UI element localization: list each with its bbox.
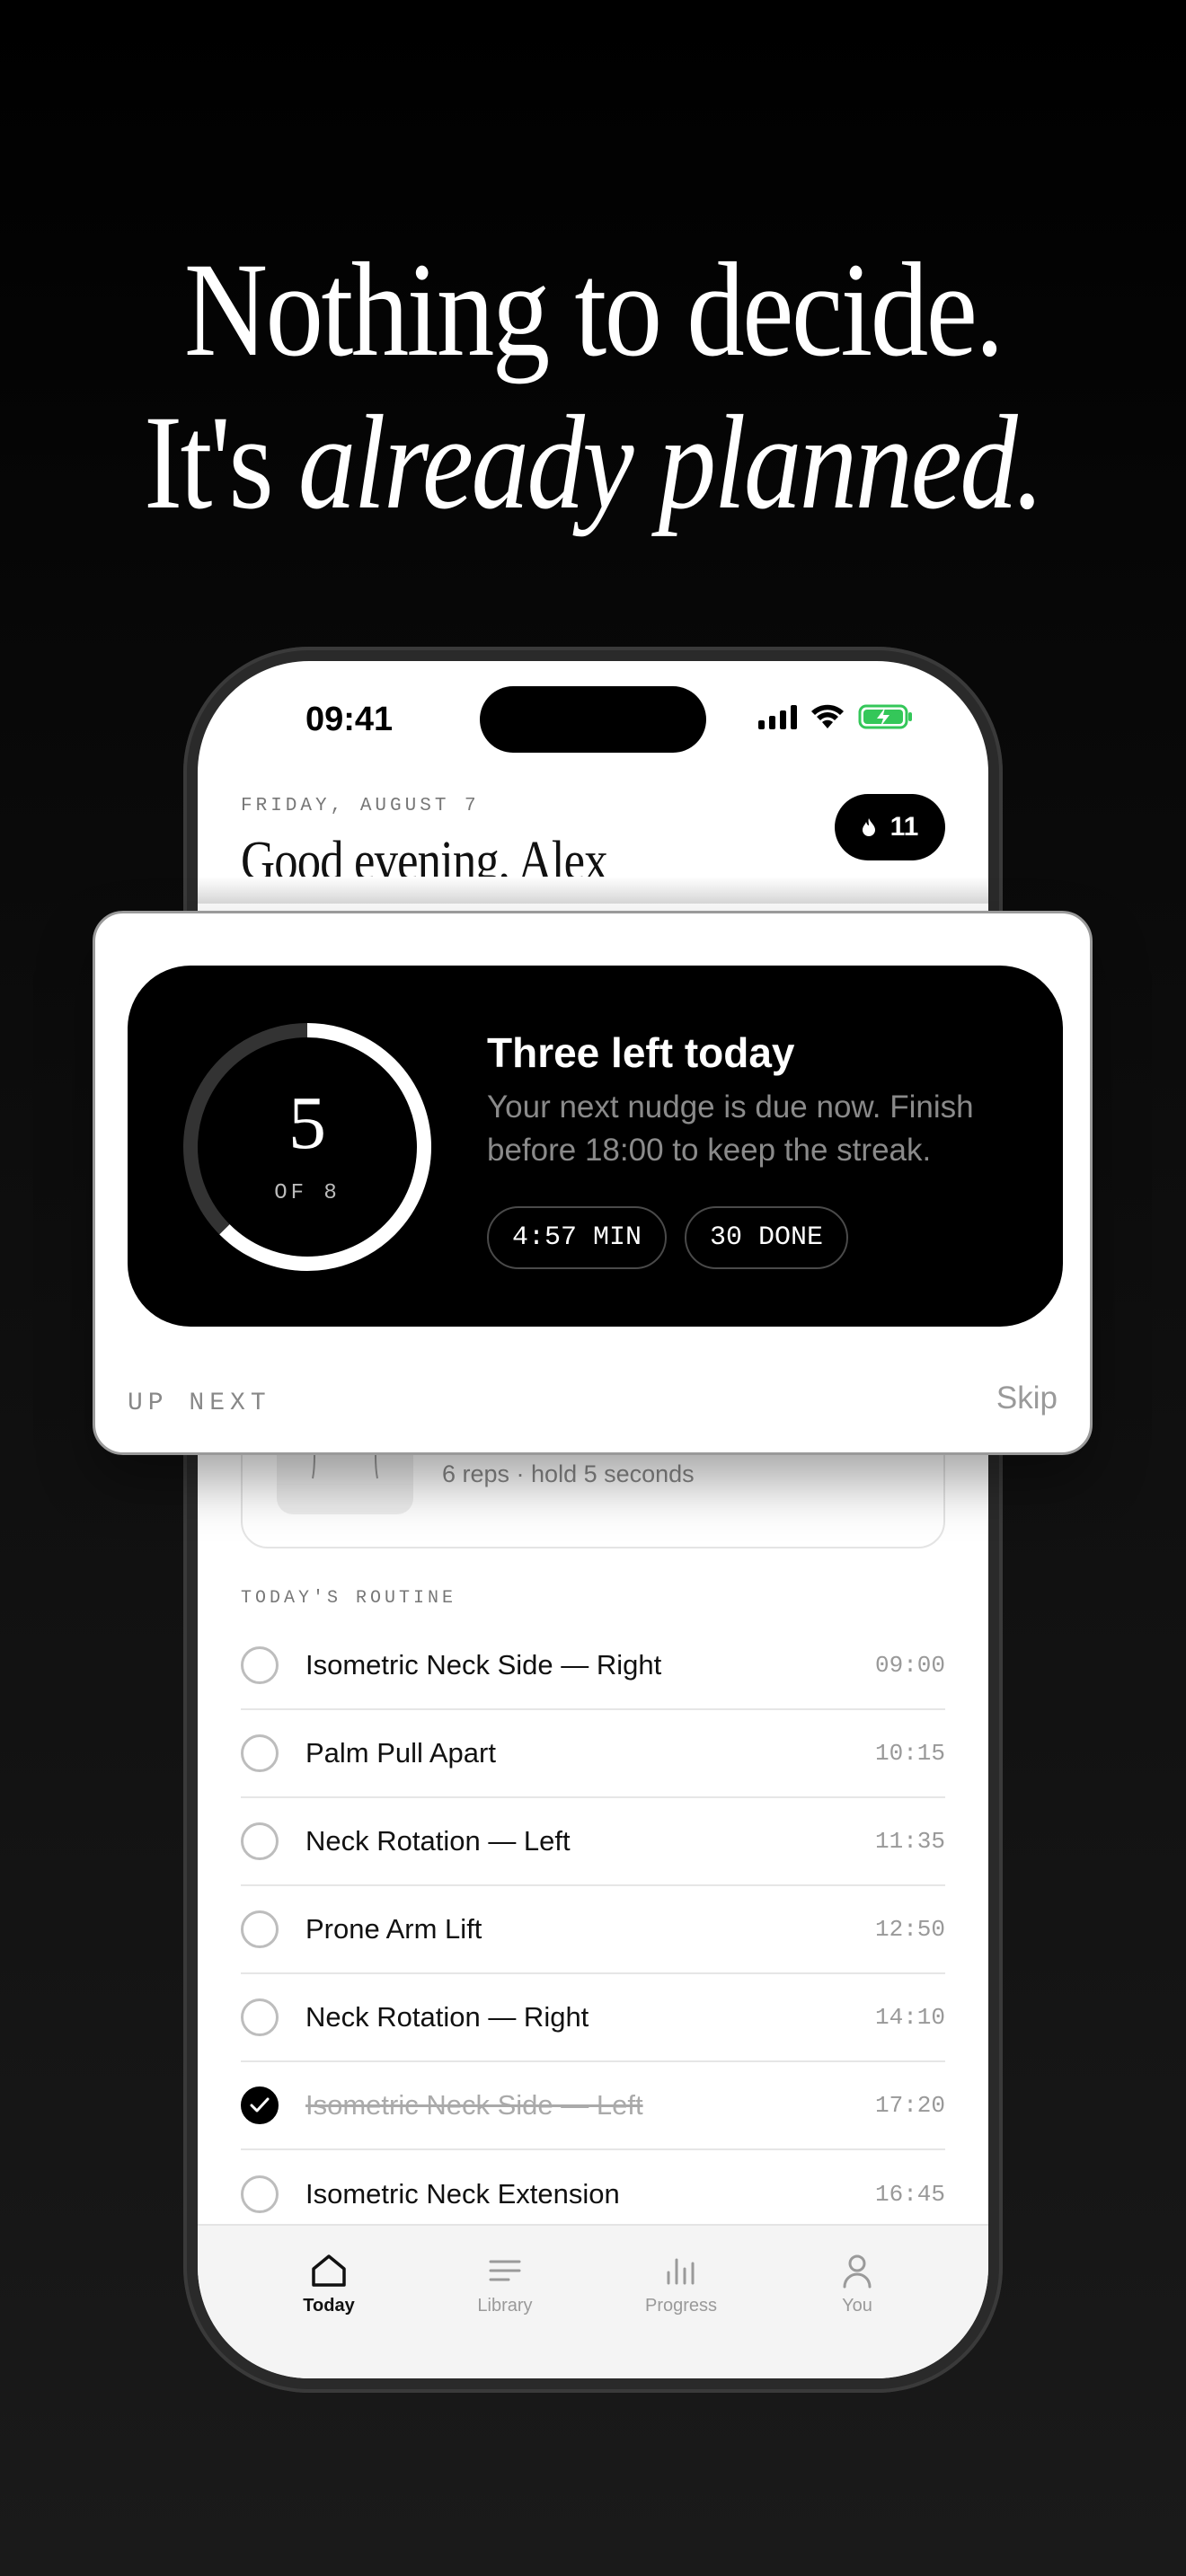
duration-chip: 4:57 MIN: [487, 1206, 667, 1269]
ring-caption: OF 8: [274, 1181, 341, 1205]
headline-line-2-emphasis: already planned.: [297, 388, 1045, 537]
up-next-label: UP NEXT: [128, 1389, 271, 1417]
streak-badge[interactable]: 11: [835, 794, 945, 860]
tab-progress[interactable]: Progress: [618, 2253, 744, 2316]
tab-label: You: [842, 2296, 872, 2316]
routine-checkbox[interactable]: [241, 2175, 279, 2213]
tab-library[interactable]: Library: [442, 2253, 568, 2316]
ring-value: 5: [288, 1081, 326, 1165]
headline-line-1: Nothing to decide.: [183, 235, 1005, 384]
routine-time: 11:35: [874, 1828, 945, 1855]
routine-time: 14:10: [874, 2004, 945, 2031]
done-count-chip: 30 DONE: [685, 1206, 848, 1269]
bar-chart-icon: [667, 2258, 695, 2285]
routine-checkbox[interactable]: [241, 1734, 279, 1772]
tab-label: Library: [477, 2296, 533, 2316]
status-icons: [758, 702, 914, 731]
date-label: FRIDAY, AUGUST 7: [241, 796, 480, 816]
routine-name: Neck Rotation — Left: [305, 1825, 571, 1857]
person-icon: [843, 2254, 872, 2289]
widget-title: Three left today: [487, 1029, 795, 1076]
routine-checkbox-checked[interactable]: [241, 2086, 279, 2124]
header-fade: [198, 877, 988, 904]
tab-today[interactable]: Today: [266, 2253, 392, 2316]
dynamic-island: [480, 686, 706, 753]
routine-row-completed[interactable]: Isometric Neck Side — Left 17:20: [241, 2062, 945, 2150]
routine-time: 12:50: [874, 1916, 945, 1943]
routine-section-label: TODAY'S ROUTINE: [241, 1588, 457, 1609]
headline-line-2-prefix: It's: [144, 388, 298, 537]
widget-body: Your next nudge is due now. Finish befor…: [487, 1090, 974, 1168]
routine-time: 16:45: [874, 2181, 945, 2208]
progress-widget-card[interactable]: 5 OF 8 Three left today Your next nudge …: [93, 911, 1093, 1455]
routine-checkbox[interactable]: [241, 1998, 279, 2036]
routine-row[interactable]: Neck Rotation — Right 14:10: [241, 1974, 945, 2062]
routine-name: Palm Pull Apart: [305, 1737, 496, 1769]
wifi-icon: [811, 704, 844, 728]
marketing-headline: Nothing to decide. It's already planned.: [83, 234, 1102, 539]
routine-row[interactable]: Isometric Neck Side — Right 09:00: [241, 1622, 945, 1710]
routine-name: Isometric Neck Side — Left: [305, 2089, 643, 2121]
routine-checkbox[interactable]: [241, 1910, 279, 1948]
exercise-subtitle: 6 reps · hold 5 seconds: [442, 1460, 695, 1487]
routine-name: Isometric Neck Extension: [305, 2178, 620, 2210]
status-bar-time: 09:41: [305, 701, 394, 738]
skip-button[interactable]: Skip: [996, 1381, 1058, 1416]
progress-widget: 5 OF 8 Three left today Your next nudge …: [128, 966, 1063, 1327]
checkmark-icon: [250, 2097, 270, 2113]
battery-charging-icon: [858, 704, 912, 729]
tab-label: Today: [303, 2296, 355, 2316]
cellular-signal-icon: [758, 704, 797, 729]
routine-time: 17:20: [874, 2092, 945, 2119]
routine-name: Prone Arm Lift: [305, 1913, 482, 1945]
routine-list: Isometric Neck Side — Right 09:00 Palm P…: [241, 1622, 945, 2238]
list-icon: [489, 2260, 521, 2281]
tab-label: Progress: [644, 2296, 718, 2316]
flame-icon: [862, 818, 875, 836]
headline-line-2: It's already planned.: [83, 386, 1102, 539]
home-icon: [312, 2254, 346, 2287]
routine-row[interactable]: Palm Pull Apart 10:15: [241, 1710, 945, 1798]
routine-name: Neck Rotation — Right: [305, 2001, 589, 2033]
routine-time: 09:00: [874, 1652, 945, 1679]
routine-row[interactable]: Prone Arm Lift 12:50: [241, 1886, 945, 1974]
tab-you[interactable]: You: [794, 2253, 920, 2316]
tab-bar: Today Library Progress You: [198, 2224, 988, 2378]
routine-time: 10:15: [874, 1740, 945, 1767]
routine-row[interactable]: Neck Rotation — Left 11:35: [241, 1798, 945, 1886]
routine-checkbox[interactable]: [241, 1822, 279, 1860]
routine-checkbox[interactable]: [241, 1646, 279, 1684]
streak-count: 11: [890, 812, 919, 842]
routine-name: Isometric Neck Side — Right: [305, 1649, 662, 1681]
